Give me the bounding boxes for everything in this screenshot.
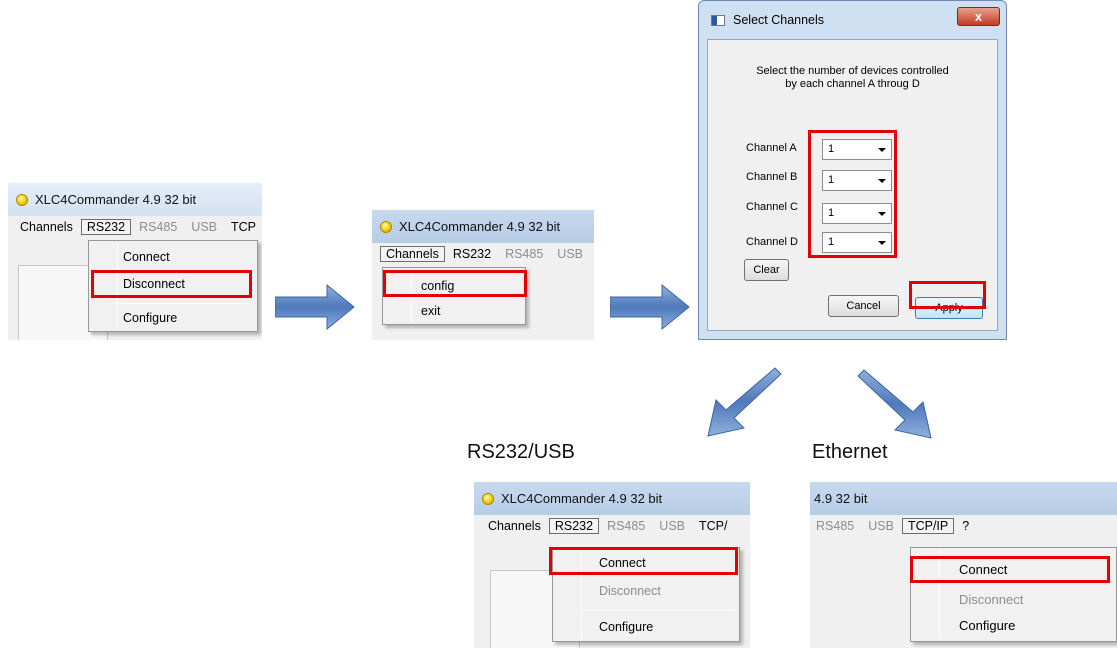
caption-ethernet: Ethernet [812,441,888,463]
menu-help[interactable]: ? [956,518,975,534]
menu-channels[interactable]: Channels [380,246,445,262]
dialog-description: Select the number of devices controlled … [708,65,997,91]
panel-channels-config: XLC4Commander 4.9 32 bit Channels RS232 … [372,210,594,340]
rs232-dropdown: Connect Disconnect Configure [88,240,258,332]
tcpip-dropdown: Connect Disconnect Configure [910,547,1117,642]
menu-rs232[interactable]: RS232 [80,219,132,235]
menu-item-config[interactable]: config [383,274,525,298]
title-bar: 4.9 32 bit [810,482,1117,515]
window-icon [711,14,725,26]
title-bar: XLC4Commander 4.9 32 bit [372,210,594,243]
menu-bar: Channels RS232 RS485 USB TCP/ [474,515,750,537]
app-bulb-icon [380,220,392,233]
panel-rs232-connect: XLC4Commander 4.9 32 bit Channels RS232 … [474,482,750,648]
down-left-arrow-icon [707,367,782,437]
menu-rs232[interactable]: RS232 [548,518,600,534]
chevron-down-icon [878,212,886,216]
channel-a-label: Channel A [746,142,797,154]
menu-item-exit[interactable]: exit [383,299,525,323]
menu-item-configure[interactable]: Configure [89,306,257,330]
channel-c-label: Channel C [746,201,798,213]
channel-d-label: Channel D [746,236,798,248]
menu-item-disconnect[interactable]: Disconnect [553,578,739,604]
channels-dropdown: config exit [382,267,526,325]
channel-a-select[interactable]: 1 [822,139,892,160]
rs232-dropdown: Connect Disconnect Configure [552,547,740,642]
description-line: Select the number of devices controlled [756,65,949,77]
menu-bar: Channels RS232 RS485 USB TCP [8,216,262,238]
title-bar: XLC4Commander 4.9 32 bit [474,482,750,515]
close-icon[interactable]: x [957,7,1000,26]
right-arrow-icon [275,284,355,330]
menu-rs485[interactable]: RS485 [601,518,651,534]
window-title: XLC4Commander 4.9 32 bit [35,192,197,207]
channel-c-value: 1 [828,207,835,219]
dialog-body: Select the number of devices controlled … [707,39,998,331]
menu-item-configure[interactable]: Configure [911,612,1116,638]
channel-c-select[interactable]: 1 [822,203,892,224]
menu-rs485[interactable]: RS485 [133,219,183,235]
app-bulb-icon [16,193,28,206]
title-bar: XLC4Commander 4.9 32 bit [8,183,262,216]
menu-item-connect[interactable]: Connect [89,245,257,269]
chevron-down-icon [878,148,886,152]
channel-d-value: 1 [828,236,835,248]
dialog-title: Select Channels [733,13,825,27]
menu-usb[interactable]: USB [551,246,589,262]
menu-usb[interactable]: USB [862,518,900,534]
channel-b-label: Channel B [746,171,798,183]
window-title: XLC4Commander 4.9 32 bit [501,491,663,506]
channel-b-select[interactable]: 1 [822,170,892,191]
channel-d-select[interactable]: 1 [822,232,892,253]
menu-item-configure[interactable]: Configure [553,614,739,640]
panel-rs232-disconnect: XLC4Commander 4.9 32 bit Channels RS232 … [8,183,262,340]
menu-bar: Channels RS232 RS485 USB [372,243,594,265]
window-title: XLC4Commander 4.9 32 bit [399,219,561,234]
menu-bar: RS485 USB TCP/IP ? [810,515,1117,537]
menu-rs485[interactable]: RS485 [499,246,549,262]
menu-separator [583,610,735,611]
menu-usb[interactable]: USB [185,219,223,235]
right-arrow-icon [610,284,690,330]
menu-channels[interactable]: Channels [14,219,79,235]
clear-button[interactable]: Clear [744,259,789,281]
menu-channels[interactable]: Channels [482,518,547,534]
menu-tcp[interactable]: TCP [225,219,262,235]
menu-rs485[interactable]: RS485 [810,518,860,534]
menu-item-connect[interactable]: Connect [553,550,739,576]
menu-tcpip[interactable]: TCP/IP [901,518,955,534]
panel-tcpip-connect: 4.9 32 bit RS485 USB TCP/IP ? Connect Di… [810,482,1117,648]
down-right-arrow-icon [857,369,932,439]
apply-button[interactable]: Apply [915,297,983,319]
window-title: 4.9 32 bit [814,491,868,506]
chevron-down-icon [878,179,886,183]
channel-b-value: 1 [828,174,835,186]
select-channels-dialog: Select Channels x Select the number of d… [698,0,1007,340]
description-line: by each channel A throug D [785,78,920,90]
menu-separator [119,303,253,304]
caption-rs232-usb: RS232/USB [467,441,575,463]
channel-a-value: 1 [828,143,835,155]
menu-item-connect[interactable]: Connect [911,556,1116,582]
menu-tcp[interactable]: TCP/ [693,518,733,534]
app-bulb-icon [482,492,494,505]
chevron-down-icon [878,241,886,245]
menu-item-disconnect[interactable]: Disconnect [89,272,257,296]
cancel-button[interactable]: Cancel [828,295,899,317]
menu-usb[interactable]: USB [653,518,691,534]
menu-item-disconnect[interactable]: Disconnect [911,586,1116,612]
menu-rs232[interactable]: RS232 [447,246,497,262]
